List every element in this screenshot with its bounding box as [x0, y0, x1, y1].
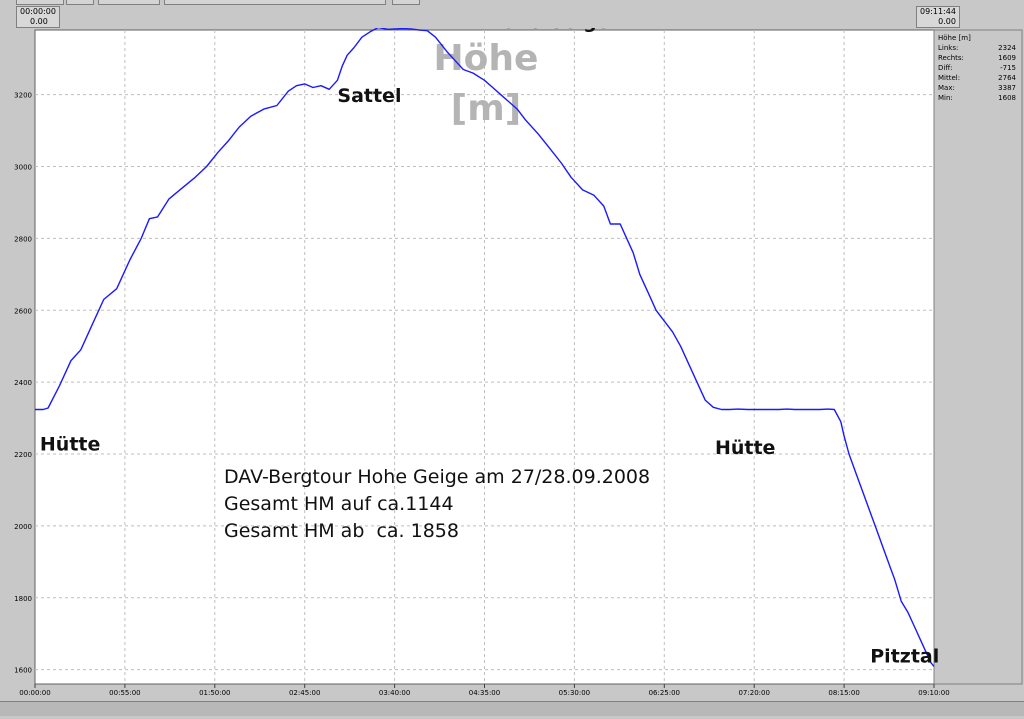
right-cursor-readout: 09:11:44 0.00 — [916, 6, 960, 28]
annotation-label: Pitztal — [870, 645, 939, 667]
y-tick-label: 2400 — [14, 379, 32, 387]
stats-row: Min: 1608 — [938, 94, 1016, 102]
x-tick-label: 07:20:00 — [738, 689, 769, 697]
left-cursor-readout: 00:00:00 0.00 — [16, 6, 60, 28]
y-tick-label: 1600 — [14, 667, 32, 675]
y-tick-label: 3200 — [14, 92, 32, 100]
y-tick-label: 2600 — [14, 307, 32, 315]
annotation-label: Hohe Geige — [486, 28, 609, 33]
tab-stub[interactable] — [66, 0, 94, 5]
right-cursor-value: 0.00 — [938, 17, 956, 26]
x-tick-label: 06:25:00 — [649, 689, 680, 697]
y-tick-label: 3000 — [14, 164, 32, 172]
x-tick-label: 00:00:00 — [19, 689, 50, 697]
plot-area: Höhe [m] 1600 1800 2000 2200 2400 2600 2800 3000… — [0, 11, 1024, 715]
x-tick-label: 01:50:00 — [199, 689, 230, 697]
annotation-label: Hütte — [40, 433, 100, 455]
annotation-label: Hütte — [715, 437, 775, 459]
stats-row: Links: 2324 — [938, 44, 1016, 52]
right-cursor-time: 09:11:44 — [920, 7, 956, 16]
tab-stub[interactable] — [164, 0, 386, 5]
left-cursor-time: 00:00:00 — [20, 7, 56, 16]
y-axis: 1600 1800 2000 2200 2400 2600 2800 3000 3200 — [14, 92, 32, 675]
time-header-bar: 00:00:00 0.00 09:11:44 0.00 — [0, 0, 1024, 28]
watermark-unit: [m] — [451, 88, 521, 129]
info-text-line: DAV-Bergtour Hohe Geige am 27/28.09.2008 — [224, 466, 650, 488]
stats-row: Rechts: 1609 — [938, 54, 1016, 62]
x-axis: 00:00:00 00:55:00 01:50:00 02:45:00 03:40:00… — [19, 684, 950, 697]
tab-stub[interactable] — [98, 0, 160, 5]
elevation-chart[interactable]: Höhe [m] 1600 1800 2000 2200 2400 2600 2800 3000… — [0, 11, 1024, 715]
y-tick-label: 2800 — [14, 235, 32, 243]
info-text-line: Gesamt HM ab ca. 1858 — [224, 520, 459, 542]
x-tick-label: 00:55:00 — [109, 689, 140, 697]
statistics-panel: Höhe [m] Links: 2324 Rechts: 1609 Diff: -71… — [938, 33, 1016, 103]
stats-title: Höhe [m] — [938, 34, 971, 42]
y-tick-label: 2000 — [14, 523, 32, 531]
x-tick-label: 04:35:00 — [469, 689, 500, 697]
x-tick-label: 09:10:00 — [918, 689, 949, 697]
info-text-line: Gesamt HM auf ca.1144 — [224, 493, 454, 515]
y-tick-label: 1800 — [14, 595, 32, 603]
x-tick-label: 03:40:00 — [379, 689, 410, 697]
stats-row: Mittel: 2764 — [938, 74, 1016, 82]
stats-row: Max: 3387 — [938, 84, 1016, 92]
annotation-label: Sattel — [337, 85, 401, 107]
stats-panel-background — [933, 29, 1023, 685]
stats-row: Diff: -715 — [938, 64, 1016, 72]
tab-stub[interactable] — [16, 0, 64, 5]
x-tick-label: 02:45:00 — [289, 689, 320, 697]
left-cursor-value: 0.00 — [30, 17, 48, 26]
watermark-label: Höhe — [434, 38, 539, 79]
status-bar — [0, 701, 1024, 716]
tab-stub[interactable] — [392, 0, 420, 5]
x-tick-label: 08:15:00 — [828, 689, 859, 697]
x-tick-label: 05:30:00 — [559, 689, 590, 697]
y-tick-label: 2200 — [14, 451, 32, 459]
